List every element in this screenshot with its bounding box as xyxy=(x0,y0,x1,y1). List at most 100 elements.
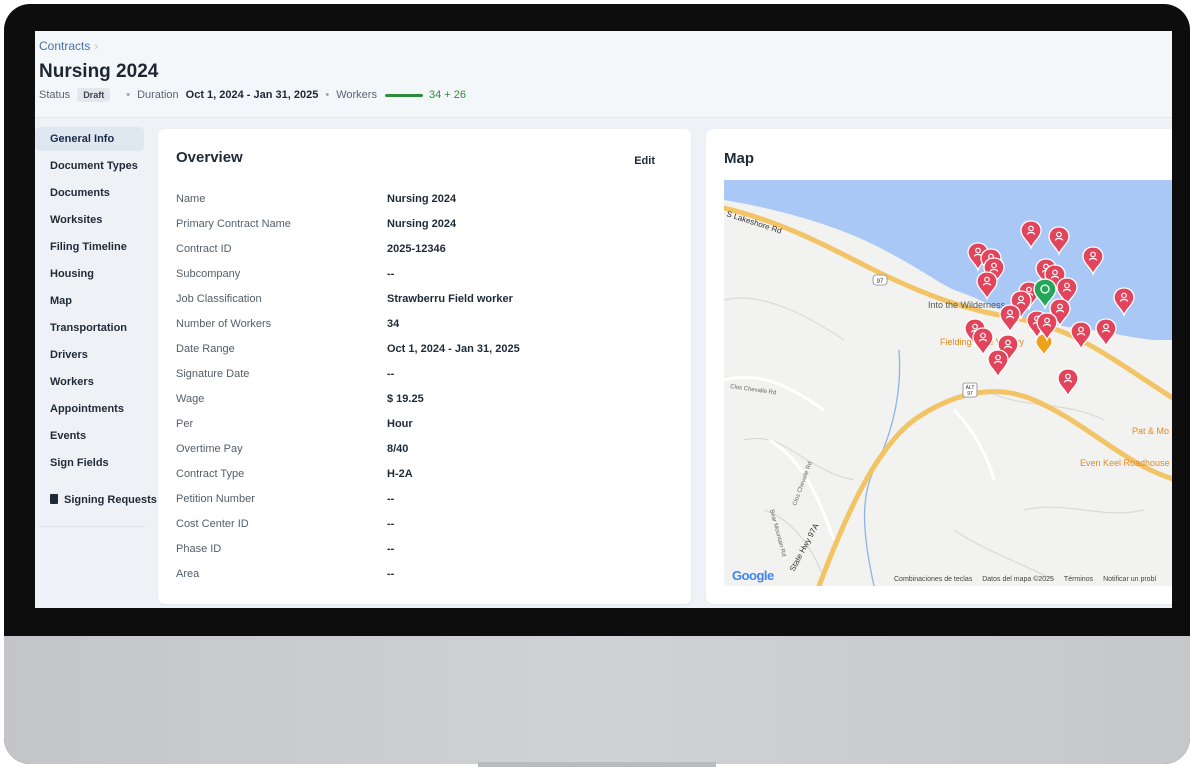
map-data-credit: Datos del mapa ©2025 xyxy=(982,576,1054,583)
workers-label: Workers xyxy=(336,89,377,101)
field-label: Primary Contract Name xyxy=(176,217,291,230)
field-label: Cost Center ID xyxy=(176,517,249,530)
field-label: Signature Date xyxy=(176,367,250,380)
field-label: Wage xyxy=(176,392,205,405)
page-title: Nursing 2024 xyxy=(39,61,159,82)
chevron-right-icon: › xyxy=(94,41,99,53)
field-value: -- xyxy=(387,267,395,280)
sidebar-item-document-types[interactable]: Document Types xyxy=(35,154,144,178)
field-value: Strawberru Field worker xyxy=(387,292,513,305)
bullet-separator: • xyxy=(325,89,330,101)
field-value: Hour xyxy=(387,417,413,430)
sidebar-item-drivers[interactable]: Drivers xyxy=(35,343,144,367)
workers-progress-bar xyxy=(384,93,423,97)
place-label-pat-mo: Pat & Mo xyxy=(1132,426,1169,436)
overview-title: Overview xyxy=(176,149,243,166)
field-value: -- xyxy=(387,367,395,380)
monitor-chin xyxy=(4,636,1190,764)
field-value: 34 xyxy=(387,317,400,330)
field-row: Date Range Oct 1, 2024 - Jan 31, 2025 xyxy=(176,336,666,361)
google-logo: Google xyxy=(732,568,774,583)
keyboard-shortcuts-link[interactable]: Combinaciones de teclas xyxy=(894,576,972,583)
field-label: Date Range xyxy=(176,342,235,355)
field-value: -- xyxy=(387,517,395,530)
sidebar-item-housing[interactable]: Housing xyxy=(35,262,144,286)
sidebar-item-map[interactable]: Map xyxy=(35,289,144,313)
sidebar-item-events[interactable]: Events xyxy=(35,424,144,448)
field-label: Contract ID xyxy=(176,242,232,255)
field-label: Subcompany xyxy=(176,267,241,280)
field-row: Job Classification Strawberru Field worke… xyxy=(176,286,666,311)
field-value: H-2A xyxy=(387,467,413,480)
field-label: Per xyxy=(176,417,194,430)
field-value: Nursing 2024 xyxy=(387,217,457,230)
duration-value: Oct 1, 2024 - Jan 31, 2025 xyxy=(185,89,319,101)
field-label: Number of Workers xyxy=(176,317,272,330)
overview-fields: Name Nursing 2024 Primary Contract Name Nu… xyxy=(176,186,666,586)
field-value: 8/40 xyxy=(387,442,409,455)
sidebar-item-general-info[interactable]: General Info xyxy=(35,127,144,151)
shield-number: 97 xyxy=(967,391,973,397)
field-value: -- xyxy=(387,542,395,555)
field-row: Number of Workers 34 xyxy=(176,311,666,336)
sidebar-divider xyxy=(38,526,145,527)
duration-label: Duration xyxy=(137,89,179,101)
sidebar-item-label: Signing Requests xyxy=(64,494,157,506)
terms-link[interactable]: Términos xyxy=(1064,576,1093,583)
field-label: Phase ID xyxy=(176,542,222,555)
page-header: Contracts › Nursing 2024 Status Draft • D… xyxy=(35,31,1172,118)
field-label: Petition Number xyxy=(176,492,255,505)
field-value: -- xyxy=(387,567,395,580)
field-row: Phase ID -- xyxy=(176,536,666,561)
field-label: Name xyxy=(176,192,206,205)
field-row: Wage $ 19.25 xyxy=(176,386,666,411)
field-row: Contract ID 2025-12346 xyxy=(176,236,666,261)
map-title: Map xyxy=(724,150,754,167)
edit-button[interactable]: Edit xyxy=(634,155,655,167)
field-value: 2025-12346 xyxy=(387,242,446,255)
shield-number: 97 xyxy=(877,279,884,285)
field-row: Subcompany -- xyxy=(176,261,666,286)
field-value: $ 19.25 xyxy=(387,392,424,405)
field-label: Contract Type xyxy=(176,467,245,480)
sidebar-item-documents[interactable]: Documents xyxy=(35,181,144,205)
bullet-separator: • xyxy=(126,89,131,101)
overview-card: Overview Edit Name Nursing 2024 Primary C… xyxy=(158,129,691,604)
sidebar-item-workers[interactable]: Workers xyxy=(35,370,144,394)
sidebar-item-filing-timeline[interactable]: Filing Timeline xyxy=(35,235,144,259)
field-label: Area xyxy=(176,567,200,580)
sidebar-item-worksites[interactable]: Worksites xyxy=(35,208,144,232)
field-row: Cost Center ID -- xyxy=(176,511,666,536)
document-icon xyxy=(50,494,58,504)
field-row: Primary Contract Name Nursing 2024 xyxy=(176,211,666,236)
route-shield-97: 97 xyxy=(872,274,888,286)
sidebar-item-sign-fields[interactable]: Sign Fields xyxy=(35,451,144,475)
status-badge: Draft xyxy=(77,88,111,102)
field-row: Petition Number -- xyxy=(176,486,666,511)
field-value: -- xyxy=(387,492,395,505)
place-label-wilderness: Into the Wilderness xyxy=(928,300,1006,310)
sidebar-item-appointments[interactable]: Appointments xyxy=(35,397,144,421)
workers-value: 34 + 26 xyxy=(428,89,466,101)
field-value: Nursing 2024 xyxy=(387,192,457,205)
map-attribution: Combinaciones de teclas Datos del mapa ©… xyxy=(894,576,1156,583)
report-problem-link[interactable]: Notificar un probl xyxy=(1103,576,1156,583)
field-row: Contract Type H-2A xyxy=(176,461,666,486)
map-card: Map S Lakeshore Rd 97 ALT 97 Into the Wi… xyxy=(706,129,1172,604)
breadcrumb: Contracts › xyxy=(39,39,98,53)
field-row: Overtime Pay 8/40 xyxy=(176,436,666,461)
monitor-stand xyxy=(478,762,716,767)
field-row: Name Nursing 2024 xyxy=(176,186,666,211)
map-view[interactable]: S Lakeshore Rd 97 ALT 97 Into the Wildern… xyxy=(724,180,1172,586)
field-row: Per Hour xyxy=(176,411,666,436)
map-canvas[interactable]: S Lakeshore Rd 97 ALT97 Into the Wildern… xyxy=(724,180,1172,586)
field-row: Signature Date -- xyxy=(176,361,666,386)
sidebar-item-transportation[interactable]: Transportation xyxy=(35,316,144,340)
monitor-frame: Contracts › Nursing 2024 Status Draft • D… xyxy=(4,4,1190,764)
route-shield-97-alt: ALT97 xyxy=(962,382,978,398)
contract-meta: Status Draft • Duration Oct 1, 2024 - Ja… xyxy=(39,88,466,102)
sidebar-item-signing-requests[interactable]: Signing Requests xyxy=(35,488,157,512)
field-value: Oct 1, 2024 - Jan 31, 2025 xyxy=(387,342,520,355)
breadcrumb-contracts-link[interactable]: Contracts xyxy=(39,39,90,53)
